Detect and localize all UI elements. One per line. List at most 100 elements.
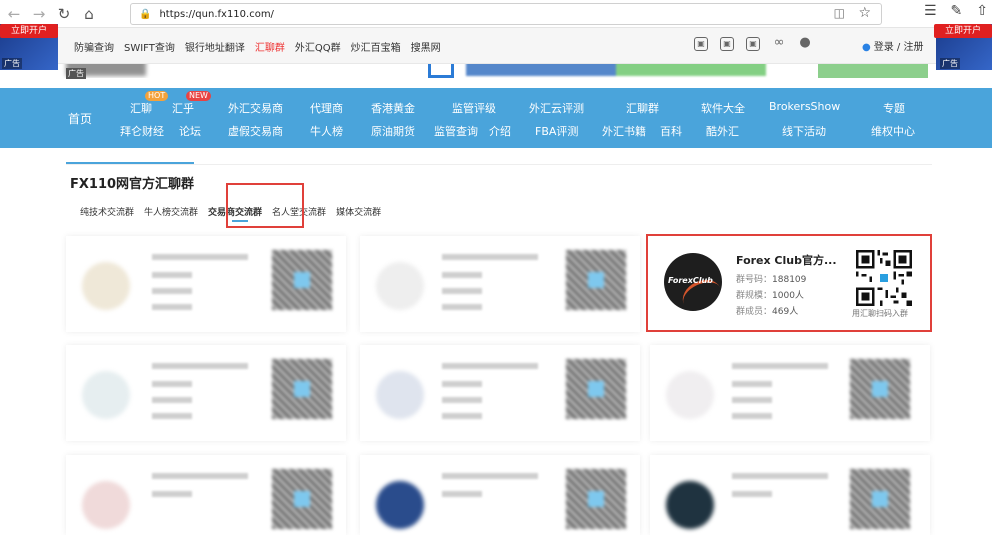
pen-icon[interactable]: ✎ [951,3,963,19]
blurred-text [732,381,772,387]
reader-view-icon[interactable]: ◫ [834,6,845,20]
group-members-row: 群成员：469人 [736,307,799,317]
tab-ranking[interactable]: 牛人榜交流群 [144,205,198,218]
login-link[interactable]: ● 登录 / 注册 [862,38,923,53]
blurred-text [732,491,772,497]
nav-home[interactable]: 首页 [68,110,92,127]
wechat-icon[interactable]: ● [798,36,812,51]
ad-tag: 广告 [940,58,960,69]
nav-item[interactable]: 外汇书籍 [602,123,646,139]
nav-item[interactable]: 香港黄金 [371,100,415,116]
lock-icon: 🔒 [139,8,152,20]
nav-item[interactable]: 线下活动 [782,123,826,139]
group-scale-row: 群规模：1000人 [736,291,804,301]
group-qr-code [272,359,332,419]
favorites-icon[interactable]: ☰ [924,3,937,19]
open-account-ad-button[interactable]: 立即开户 [934,24,992,38]
group-id-row: 群号码：188109 [736,275,807,285]
left-side-ad[interactable]: 立即开户 广告 [0,24,58,70]
blurred-text [442,413,482,419]
group-card[interactable] [66,345,346,441]
browser-toolbar: ← → ↻ ⌂ 🔒 https://qun.fx110.com/ ◫ ☆ ☰ ✎… [0,0,992,28]
nav-item[interactable]: 外汇交易商 [228,100,283,116]
banner-ad[interactable] [58,64,936,78]
group-card[interactable] [360,345,640,441]
blurred-text [442,272,482,278]
group-card-forex-club[interactable]: ForexClub Forex Club官方... 群号码：188109 群规模… [646,234,932,332]
nav-item[interactable]: 代理商 [310,100,343,116]
blurred-text [442,304,482,310]
mini-program-icon[interactable]: ∞ [772,36,786,51]
app-icons: ▣ ▣ ▣ ∞ ● [694,36,812,51]
favorite-star-icon[interactable]: ☆ [858,5,871,21]
nav-item[interactable]: FBA评测 [535,123,578,139]
forex-club-logo: ForexClub [664,253,722,311]
nav-item[interactable]: 汇聊群 [626,100,659,116]
nav-item[interactable]: 介绍 [489,123,511,139]
group-logo [376,262,424,310]
nav-item[interactable]: 软件大全 [701,100,745,116]
forward-icon[interactable]: → [28,3,50,25]
topbar-link[interactable]: 搜黑网 [411,39,441,54]
blurred-text [442,473,538,479]
address-bar[interactable]: 🔒 https://qun.fx110.com/ ◫ ☆ [130,3,882,25]
nav-item[interactable]: 外汇云评测 [529,100,584,116]
group-card[interactable] [650,455,930,535]
share-icon[interactable]: ⇧ [976,3,988,19]
mobile-icon[interactable]: ▣ [720,37,734,51]
blurred-text [732,473,828,479]
nav-item[interactable]: 拜仑财经 [120,123,164,139]
group-card[interactable] [650,345,930,441]
topbar-link[interactable]: 银行地址翻译 [185,39,245,54]
nav-item[interactable]: 汇乎 [172,100,194,116]
right-side-ad[interactable]: 立即开户 广告 [934,24,992,70]
main-navigation: 首页 HOT NEW 汇聊 汇乎 外汇交易商 代理商 香港黄金 监管评级 外汇云… [0,88,992,148]
blurred-text [152,397,192,403]
nav-item[interactable]: 原油期货 [371,123,415,139]
blurred-text [152,491,192,497]
nav-item[interactable]: 论坛 [179,123,201,139]
nav-item[interactable]: 专题 [883,100,905,116]
topbar-link[interactable]: 防骗查询 [74,39,114,54]
blurred-text [152,254,248,260]
blurred-text [152,473,248,479]
group-logo [666,481,714,529]
topbar-link[interactable]: SWIFT查询 [124,39,175,54]
group-qr-code [566,250,626,310]
nav-item[interactable]: 虚假交易商 [228,123,283,139]
tablet-icon[interactable]: ▣ [746,37,760,51]
nav-item[interactable]: 监管评级 [452,100,496,116]
nav-item[interactable]: 牛人榜 [310,123,343,139]
app-qr-icon[interactable]: ▣ [694,37,708,51]
tab-tech[interactable]: 纯技术交流群 [80,205,134,218]
blurred-text [152,288,192,294]
nav-item[interactable]: 酷外汇 [706,123,739,139]
nav-item[interactable]: 汇聊 [130,100,152,116]
refresh-icon[interactable]: ↻ [53,3,75,25]
group-card[interactable] [66,455,346,535]
group-logo [82,262,130,310]
topbar-link[interactable]: 炒汇百宝箱 [351,39,401,54]
open-account-ad-button[interactable]: 立即开户 [0,24,58,38]
group-logo [82,481,130,529]
group-qr-code [272,469,332,529]
section-divider [66,164,932,165]
blurred-text [442,397,482,403]
group-card[interactable] [360,455,640,535]
back-icon[interactable]: ← [3,3,25,25]
banner-text-image [466,64,766,76]
blurred-text [442,363,538,369]
nav-item[interactable]: 监管查询 [434,123,478,139]
nav-item[interactable]: BrokersShow [769,100,840,113]
blurred-text [152,304,192,310]
active-tab-highlight [226,183,304,228]
group-card[interactable] [66,236,346,332]
nav-item[interactable]: 百科 [660,123,682,139]
topbar-link[interactable]: 外汇QQ群 [295,39,341,54]
tab-media[interactable]: 媒体交流群 [336,205,381,218]
nav-item[interactable]: 维权中心 [871,123,915,139]
home-icon[interactable]: ⌂ [78,3,100,25]
group-qr-code [566,469,626,529]
group-card[interactable] [360,236,640,332]
topbar-link-huiliaoqun[interactable]: 汇聊群 [255,39,285,54]
